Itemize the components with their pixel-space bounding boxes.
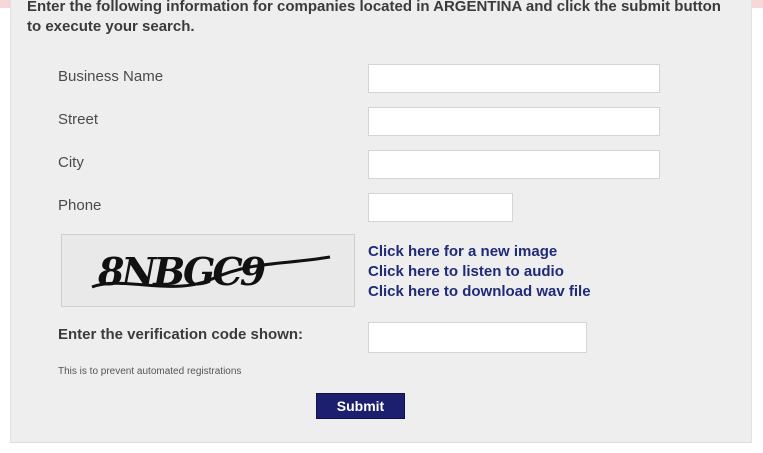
verification-code-input[interactable] xyxy=(368,322,587,353)
search-form-panel: Enter the following information for comp… xyxy=(10,0,752,443)
phone-label: Phone xyxy=(58,197,102,214)
listen-audio-link[interactable]: Click here to listen to audio xyxy=(368,263,564,281)
phone-input[interactable] xyxy=(368,193,513,222)
captcha-image: 8NBGC9 xyxy=(61,234,355,307)
verification-code-label: Enter the verification code shown: xyxy=(58,326,304,343)
city-input[interactable] xyxy=(368,150,660,179)
intro-text: Enter the following information for comp… xyxy=(27,0,721,35)
submit-button[interactable]: Submit xyxy=(316,393,405,419)
download-wav-link[interactable]: Click here to download wav file xyxy=(368,283,591,301)
city-label: City xyxy=(58,154,84,171)
business-name-input[interactable] xyxy=(368,64,660,93)
street-label: Street xyxy=(58,111,99,128)
automation-note: This is to prevent automated registratio… xyxy=(58,366,242,377)
captcha-graphic: 8NBGC9 xyxy=(91,249,331,294)
new-image-link[interactable]: Click here for a new image xyxy=(368,243,557,261)
business-name-label: Business Name xyxy=(58,68,164,85)
street-input[interactable] xyxy=(368,107,660,136)
